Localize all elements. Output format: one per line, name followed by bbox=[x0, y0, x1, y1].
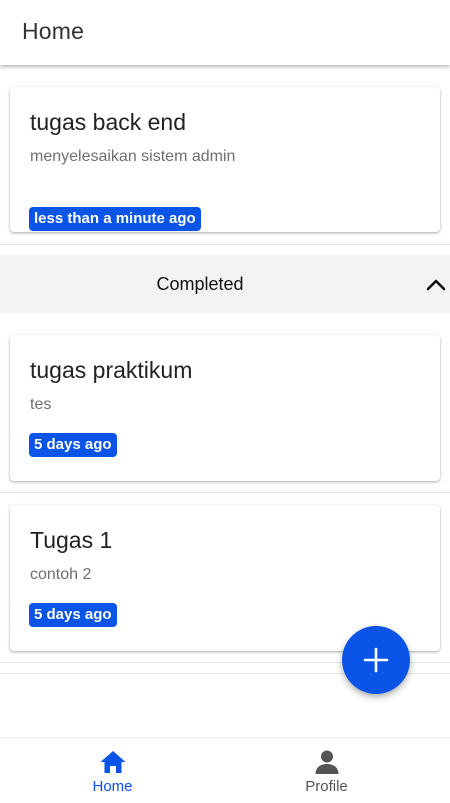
page-title: Home bbox=[22, 18, 85, 44]
chevron-up-icon[interactable] bbox=[424, 273, 448, 297]
completed-section-header[interactable]: Completed bbox=[0, 255, 450, 313]
task-description: contoh 2 bbox=[30, 566, 92, 583]
task-description: menyelesaikan sistem admin bbox=[30, 148, 236, 165]
task-card[interactable]: tugas back end menyelesaikan sistem admi… bbox=[10, 87, 440, 232]
nav-label-home: Home bbox=[92, 778, 133, 795]
plus-icon bbox=[363, 647, 389, 673]
nav-label-profile: Profile bbox=[305, 778, 348, 795]
task-title: tugas praktikum bbox=[30, 357, 193, 383]
task-card[interactable]: tugas praktikum tes 5 days ago bbox=[10, 335, 440, 481]
time-badge: 5 days ago bbox=[29, 433, 117, 457]
person-icon bbox=[315, 750, 339, 774]
section-title: Completed bbox=[156, 274, 244, 294]
add-task-button[interactable] bbox=[342, 626, 410, 694]
nav-item-profile[interactable]: Profile bbox=[214, 738, 439, 803]
nav-item-home[interactable]: Home bbox=[0, 738, 225, 803]
home-icon bbox=[100, 751, 126, 773]
task-title: Tugas 1 bbox=[30, 527, 113, 553]
app-bar: Home bbox=[0, 0, 450, 65]
divider bbox=[0, 244, 450, 245]
divider bbox=[0, 492, 450, 493]
time-badge: less than a minute ago bbox=[29, 207, 201, 231]
task-title: tugas back end bbox=[30, 109, 187, 135]
task-description: tes bbox=[30, 396, 52, 413]
bottom-nav: Home Profile bbox=[0, 737, 450, 803]
time-badge: 5 days ago bbox=[29, 603, 117, 627]
